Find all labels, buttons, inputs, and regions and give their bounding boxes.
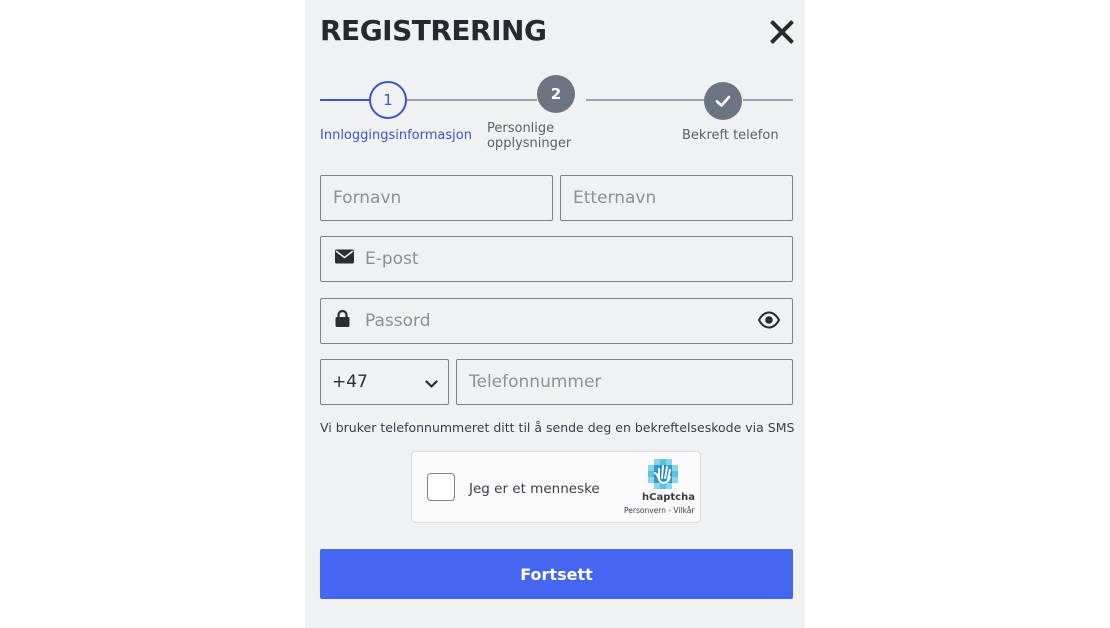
continue-button[interactable]: Fortsett (320, 549, 793, 599)
step-2-circle: 2 (537, 75, 575, 113)
first-name-field[interactable] (320, 175, 553, 221)
hcaptcha-logo-icon (648, 459, 682, 496)
step-2-label-line2: opplysninger (487, 136, 572, 151)
registration-modal: REGISTRERING 1 2 Innloggingsinformasjon … (305, 0, 805, 628)
lock-icon (335, 309, 350, 333)
first-name-input[interactable] (331, 176, 546, 220)
phone-info-text: Vi bruker telefonnummeret ditt til å sen… (320, 420, 795, 435)
modal-title: REGISTRERING (320, 14, 547, 47)
captcha-label: Jeg er et menneske (469, 481, 600, 497)
step-1-label: Innloggingsinformasjon (320, 128, 472, 143)
step-2-number: 2 (550, 85, 562, 103)
hcaptcha-brand: hCaptcha (642, 492, 695, 503)
last-name-field[interactable] (560, 175, 793, 221)
country-code-select[interactable]: +47 (320, 359, 449, 405)
email-field[interactable] (320, 236, 793, 282)
stepper-line (586, 99, 704, 101)
chevron-down-icon (425, 376, 438, 394)
country-code-value: +47 (332, 372, 368, 392)
email-input[interactable] (363, 237, 782, 281)
stepper-line-active (320, 99, 370, 101)
step-1-circle: 1 (369, 81, 407, 119)
checkmark-icon (715, 95, 731, 107)
stepper-line (743, 99, 793, 101)
password-field[interactable] (320, 298, 793, 344)
step-3-circle (704, 82, 742, 120)
hcaptcha-links[interactable]: Personvern - Vilkår (624, 506, 694, 515)
step-2-label: Personlige opplysninger (487, 121, 571, 151)
step-2-label-line1: Personlige (487, 121, 555, 136)
step-3-label: Bekreft telefon (682, 128, 779, 143)
eye-icon[interactable] (757, 311, 781, 334)
stepper-line (407, 99, 537, 101)
phone-input[interactable] (467, 360, 784, 404)
envelope-icon (335, 249, 354, 269)
password-input[interactable] (363, 299, 742, 343)
last-name-input[interactable] (571, 176, 786, 220)
phone-field[interactable] (456, 359, 793, 405)
captcha-checkbox[interactable] (427, 473, 455, 501)
step-1-number: 1 (383, 91, 393, 109)
hcaptcha-widget: Jeg er et menneske hCaptcha Personvern -… (411, 451, 701, 523)
close-icon[interactable] (768, 18, 796, 46)
